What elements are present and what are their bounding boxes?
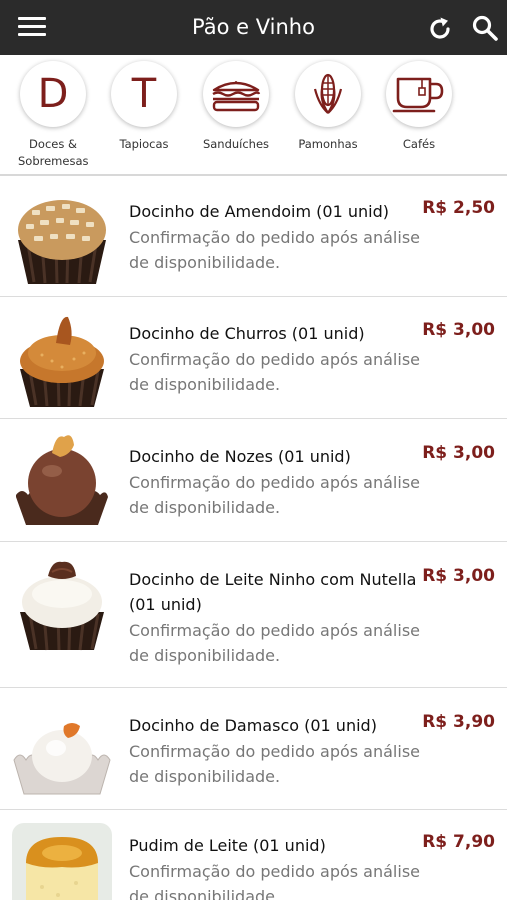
corn-icon [313, 73, 343, 114]
product-item[interactable]: Pudim de Leite (01 unid) Confirmação do … [0, 810, 507, 900]
category-doces-sobremesas[interactable]: D Doces & Sobremesas [7, 61, 99, 170]
category-icon-circle [295, 61, 361, 127]
product-image [20, 316, 104, 407]
product-name: Docinho de Churros (01 unid) [129, 324, 365, 343]
product-description: Confirmação do pedido após análise de di… [129, 473, 420, 517]
product-name: Docinho de Leite Ninho com Nutella (01 u… [129, 570, 417, 614]
product-name: Docinho de Nozes (01 unid) [129, 447, 351, 466]
category-label: Sanduíches [202, 137, 270, 151]
product-price: R$ 2,50 [422, 198, 495, 218]
category-label: Doces & Sobremesas [18, 137, 89, 168]
category-label: Pamonhas [298, 137, 358, 151]
product-item[interactable]: Docinho de Damasco (01 unid) Confirmação… [0, 688, 507, 810]
product-item[interactable]: Docinho de Nozes (01 unid) Confirmação d… [0, 419, 507, 542]
product-description: Confirmação do pedido após análise de di… [129, 621, 420, 665]
product-price: R$ 3,00 [422, 443, 495, 463]
product-item[interactable]: Docinho de Leite Ninho com Nutella (01 u… [0, 542, 507, 688]
category-label: Cafés [402, 137, 436, 151]
category-icon-circle [203, 61, 269, 127]
product-price: R$ 3,00 [422, 320, 495, 340]
product-item[interactable]: Docinho de Churros (01 unid) Confirmação… [0, 297, 507, 419]
product-image [20, 561, 104, 651]
search-icon[interactable] [471, 14, 499, 42]
category-label: Tapiocas [119, 137, 169, 151]
category-pamonhas[interactable]: Pamonhas [282, 61, 374, 153]
product-name: Docinho de Damasco (01 unid) [129, 716, 377, 735]
category-icon-circle [386, 61, 452, 127]
refresh-icon[interactable] [426, 15, 454, 43]
coffee-cup-icon [392, 77, 444, 113]
product-description: Confirmação do pedido após análise de di… [129, 228, 420, 272]
category-cafes[interactable]: Cafés [373, 61, 465, 153]
category-bar: D Doces & Sobremesas T Tapiocas Sanduích… [0, 55, 507, 176]
category-icon-circle: D [20, 61, 86, 127]
product-image [12, 823, 112, 900]
product-image [13, 723, 111, 795]
app-bar: Pão e Vinho [0, 0, 507, 55]
product-name: Pudim de Leite (01 unid) [129, 836, 326, 855]
product-name: Docinho de Amendoim (01 unid) [129, 202, 389, 221]
product-image [18, 200, 106, 284]
product-description: Confirmação do pedido após análise de di… [129, 742, 420, 786]
sandwich-icon [212, 81, 261, 112]
product-item[interactable]: Docinho de Amendoim (01 unid) Confirmaçã… [0, 176, 507, 297]
product-description: Confirmação do pedido após análise de di… [129, 862, 420, 900]
product-price: R$ 7,90 [422, 832, 495, 852]
product-price: R$ 3,90 [422, 712, 495, 732]
category-icon-circle: T [111, 61, 177, 127]
product-image [16, 435, 108, 525]
category-sanduiches[interactable]: Sanduíches [190, 61, 282, 153]
product-description: Confirmação do pedido após análise de di… [129, 350, 420, 394]
letter-d-icon: D [37, 71, 69, 117]
category-tapiocas[interactable]: T Tapiocas [98, 61, 190, 153]
product-price: R$ 3,00 [422, 566, 495, 586]
letter-t-icon: T [131, 71, 157, 117]
